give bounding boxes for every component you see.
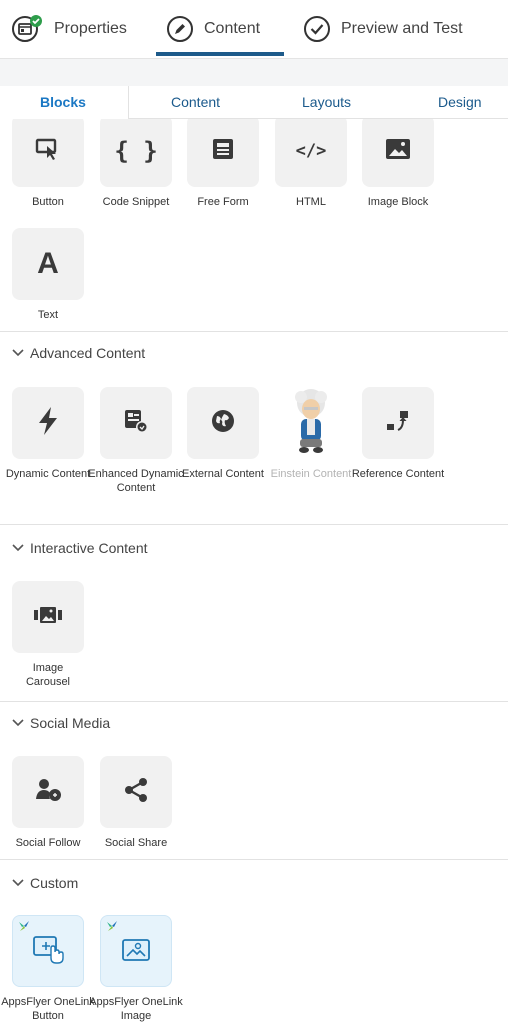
block-appsflyer-onelink-image[interactable]: AppsFlyer OneLink Image [89,915,183,1022]
block-image-carousel-label: Image Carousel [25,662,71,688]
section-interactive-content[interactable]: Interactive Content [12,540,148,556]
tab-preview-and-test-label: Preview and Test [341,20,463,37]
chevron-down-icon [12,719,24,727]
active-tab-underline [156,52,284,56]
block-reference-content[interactable]: Reference Content [352,387,444,480]
block-reference-content-label: Reference Content [351,468,445,480]
block-html[interactable]: </> HTML [275,119,347,208]
block-appsflyer-onelink-button[interactable]: AppsFlyer OneLink Button [1,915,95,1022]
reference-arrow-icon [384,407,412,440]
block-button[interactable]: Button [12,119,84,208]
subtab-content[interactable]: Content [171,86,220,118]
subtab-design[interactable]: Design [438,86,482,118]
block-appsflyer-onelink-button-label: AppsFlyer OneLink Button [1,996,95,1022]
section-social-title: Social Media [30,715,111,731]
check-circle-icon [303,15,331,43]
pencil-circle-icon [166,15,194,43]
block-appsflyer-onelink-image-label: AppsFlyer OneLink Image [89,996,183,1022]
block-html-label: HTML [296,196,326,208]
appsflyer-logo-icon [105,919,119,937]
subtab-blocks[interactable]: Blocks [40,86,86,118]
block-social-share-label: Social Share [104,837,168,849]
social-follow-icon [33,777,63,808]
chevron-down-icon [12,349,24,357]
share-icon [122,776,150,809]
block-button-label: Button [32,196,64,208]
section-divider [0,331,508,332]
section-custom-title: Custom [30,875,79,891]
section-divider [0,859,508,860]
subtab-layouts[interactable]: Layouts [302,86,351,118]
sub-tabs: Blocks Content Layouts Design [0,86,508,119]
appsflyer-logo-icon [17,919,31,937]
globe-icon [210,408,236,439]
block-text[interactable]: A Text [12,228,84,321]
free-form-icon [210,136,236,167]
block-external-content-label: External Content [182,468,264,480]
einstein-mascot-icon [287,387,335,460]
section-social-media[interactable]: Social Media [12,715,110,731]
section-advanced-title: Advanced Content [30,345,146,361]
block-image-block[interactable]: Image Block [362,119,434,208]
lightning-bolt-icon [37,406,59,441]
block-dynamic-content[interactable]: Dynamic Content [6,387,90,480]
section-divider [0,701,508,702]
tab-properties-label: Properties [54,20,127,37]
block-free-form-label: Free Form [197,196,249,208]
html-code-icon: </> [295,141,327,161]
properties-check-icon [10,14,44,44]
section-divider [0,524,508,525]
blocks-panel[interactable]: Button { } Code Snippet Free Form </> HT… [0,119,508,1034]
section-interactive-title: Interactive Content [30,540,148,556]
tab-preview-and-test[interactable]: Preview and Test [303,0,463,58]
block-enhanced-dynamic-content[interactable]: Enhanced Dynamic Content [88,387,184,494]
block-dynamic-content-label: Dynamic Content [5,468,91,480]
block-free-form[interactable]: Free Form [187,119,259,208]
block-einstein-content-label: Einstein Content [270,468,352,480]
block-code-snippet[interactable]: { } Code Snippet [100,119,172,208]
tab-properties[interactable]: Properties [10,0,127,58]
chevron-down-icon [12,879,24,887]
tab-content[interactable]: Content [166,0,260,58]
button-cursor-icon [34,135,62,168]
braces-icon: { } [114,137,158,165]
button-click-icon [30,932,66,971]
section-advanced-content[interactable]: Advanced Content [12,345,145,361]
block-image-carousel[interactable]: Image Carousel [12,581,84,688]
block-text-label: Text [37,309,59,321]
block-social-follow-label: Social Follow [15,837,81,849]
image-carousel-icon [33,605,63,630]
image-frame-icon [119,935,153,968]
image-icon [385,138,411,165]
block-social-follow[interactable]: Social Follow [12,756,84,849]
section-custom[interactable]: Custom [12,875,78,891]
block-enhanced-dynamic-content-label: Enhanced Dynamic Content [88,468,184,494]
tab-content-label: Content [204,20,261,37]
block-external-content[interactable]: External Content [182,387,264,480]
block-code-snippet-label: Code Snippet [102,196,170,208]
block-social-share[interactable]: Social Share [100,756,172,849]
block-einstein-content: Einstein Content [271,387,351,480]
chevron-down-icon [12,544,24,552]
text-a-icon: A [37,247,59,280]
block-image-block-label: Image Block [367,196,429,208]
toolbar-spacer [0,58,508,86]
top-navigation: Properties Content Preview and Test [0,0,508,58]
enhanced-content-icon [122,408,150,439]
